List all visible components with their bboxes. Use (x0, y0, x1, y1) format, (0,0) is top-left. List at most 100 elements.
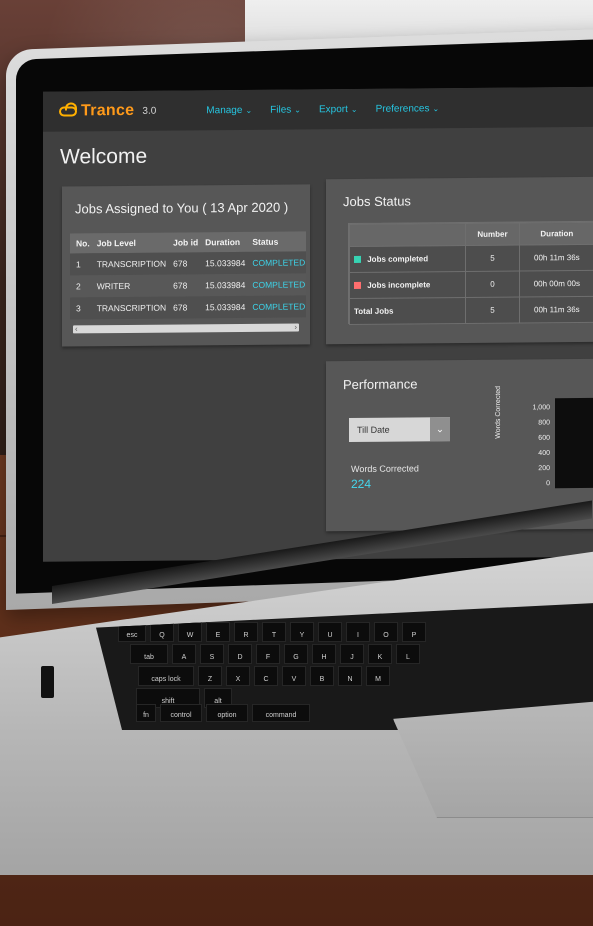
keyboard-key[interactable]: K (368, 644, 392, 664)
job-status: COMPLETED (246, 295, 307, 318)
nav-manage[interactable]: Manage ⌄ (206, 104, 252, 115)
keyboard-key[interactable]: W (178, 622, 202, 642)
jobs-status-table-wrap: Number Duration Jobs completed 5 00h 11m… (348, 220, 593, 325)
words-corrected-value: 224 (351, 476, 372, 492)
chart-y-tick-label: 600 (538, 435, 550, 442)
keyboard-key[interactable]: B (310, 666, 334, 686)
job-level: TRANSCRIPTION (90, 252, 168, 276)
status-label-cell: Jobs incomplete (349, 271, 466, 299)
keyboard-key[interactable]: command (252, 704, 310, 722)
keyboard-key[interactable]: S (200, 644, 224, 664)
horizontal-scrollbar[interactable]: ‹ › (73, 322, 299, 334)
column-header: Duration (519, 222, 593, 246)
app-version: 3.0 (142, 105, 157, 117)
job-duration: 15.033984 (199, 273, 247, 297)
keyboard-key[interactable]: M (366, 666, 390, 686)
column-header: No. (70, 233, 91, 254)
chevron-down-icon: ⌄ (294, 104, 301, 115)
chart-y-tick-label: 0 (546, 480, 550, 487)
jobs-assigned-card: Jobs Assigned to You ( 13 Apr 2020 ) No.… (62, 184, 310, 347)
row-number: 2 (70, 275, 91, 298)
keyboard-key[interactable]: Z (198, 666, 222, 686)
keyboard-key[interactable]: caps lock (138, 666, 194, 686)
keyboard-key[interactable]: Q (150, 622, 174, 642)
keyboard-key[interactable]: R (234, 622, 258, 642)
keyboard-key[interactable]: F (256, 644, 280, 664)
nav-label: Files (270, 104, 292, 116)
status-label: Jobs incomplete (367, 280, 431, 290)
nav-preferences[interactable]: Preferences ⌄ (376, 103, 440, 114)
keyboard-key[interactable]: V (282, 666, 306, 686)
jobs-status-title: Jobs Status (343, 193, 411, 210)
keyboard-key[interactable]: I (346, 622, 370, 642)
keyboard-key[interactable]: Y (290, 622, 314, 642)
chart-y-tick-label: 1,000 (532, 404, 550, 411)
column-header: Duration (199, 231, 247, 253)
table-row[interactable]: 1 TRANSCRIPTION 678 15.033984 COMPLETED (70, 251, 307, 276)
column-header: Job id (167, 232, 200, 253)
job-status: COMPLETED (246, 273, 307, 296)
row-number: 1 (70, 253, 91, 276)
performance-period-select[interactable]: Till Date ⌄ (349, 417, 450, 443)
chart-y-tick-label: 800 (538, 419, 550, 426)
keyboard-key[interactable]: T (262, 622, 286, 642)
chevron-down-icon: ⌄ (350, 104, 358, 114)
jobs-assigned-title: Jobs Assigned to You ( 13 Apr 2020 ) (75, 199, 289, 217)
keyboard-key[interactable]: D (228, 644, 252, 664)
top-navbar: Trance 3.0 Manage ⌄ Files ⌄ Export ⌄ Pre… (43, 86, 593, 132)
column-header: Job Level (90, 232, 168, 254)
keyboard-key[interactable]: P (402, 622, 426, 642)
status-number: 5 (465, 297, 520, 324)
row-number: 3 (70, 297, 91, 320)
keyboard-key[interactable]: option (206, 704, 248, 722)
status-duration: 00h 00m 00s (519, 270, 593, 298)
chart-axis-svg: 0 200 400 600 800 1,000 (532, 404, 550, 487)
chevron-left-icon[interactable]: ‹ (75, 324, 78, 333)
keyboard-key[interactable]: control (160, 704, 202, 722)
jobs-status-table: Number Duration Jobs completed 5 00h 11m… (349, 222, 593, 325)
job-id: 678 (167, 252, 200, 275)
nav-files[interactable]: Files ⌄ (270, 104, 301, 115)
table-row: Jobs completed 5 00h 11m 36s (349, 244, 593, 273)
nav-label: Manage (206, 104, 243, 116)
keyboard-key[interactable]: G (284, 644, 308, 664)
table-row[interactable]: 3 TRANSCRIPTION 678 15.033984 COMPLETED (70, 295, 307, 320)
table-row: Jobs incomplete 0 00h 00m 00s (349, 270, 593, 299)
job-level: WRITER (90, 274, 168, 298)
keyboard-key[interactable]: J (340, 644, 364, 664)
keyboard-key[interactable]: E (206, 622, 230, 642)
performance-chart: Words Corrected 0 200 400 600 800 1,000 (495, 386, 593, 509)
status-number: 0 (465, 271, 520, 298)
keyboard-key[interactable]: A (172, 644, 196, 664)
incomplete-square-icon (354, 282, 361, 290)
keyboard-key[interactable]: U (318, 622, 342, 642)
chevron-down-icon: ⌄ (245, 105, 253, 115)
page-title: Welcome (60, 144, 148, 169)
chart-y-tick-label: 200 (538, 465, 550, 472)
chevron-down-icon: ⌄ (430, 417, 450, 442)
laptop-photo-scene: Trance 3.0 Manage ⌄ Files ⌄ Export ⌄ Pre… (0, 0, 593, 926)
table-row[interactable]: 2 WRITER 678 15.033984 COMPLETED (70, 273, 307, 298)
cloud-icon (59, 106, 77, 117)
main-nav: Manage ⌄ Files ⌄ Export ⌄ Preferences ⌄ (206, 103, 439, 116)
keyboard-key[interactable]: H (312, 644, 336, 664)
chevron-down-icon: ⌄ (432, 103, 440, 113)
chart-y-axis-label: Words Corrected (495, 385, 502, 439)
keyboard-key[interactable]: X (226, 666, 250, 686)
keyboard-key[interactable]: O (374, 622, 398, 642)
job-duration: 15.033984 (199, 251, 247, 275)
status-duration: 00h 11m 36s (519, 296, 593, 324)
keyboard-key[interactable]: C (254, 666, 278, 686)
usb-device (41, 666, 54, 698)
job-duration: 15.033984 (199, 295, 247, 319)
app-screen: Trance 3.0 Manage ⌄ Files ⌄ Export ⌄ Pre… (43, 86, 593, 562)
app-logo[interactable]: Trance 3.0 (59, 102, 156, 121)
nav-export[interactable]: Export ⌄ (319, 103, 358, 115)
keyboard-key[interactable]: tab (130, 644, 168, 664)
table-row: Total Jobs 5 00h 11m 36s (349, 296, 593, 325)
keyboard-key[interactable]: N (338, 666, 362, 686)
job-id: 678 (167, 296, 200, 319)
keyboard-key[interactable]: fn (136, 704, 156, 722)
keyboard-key[interactable]: L (396, 644, 420, 664)
chevron-right-icon[interactable]: › (294, 322, 297, 331)
